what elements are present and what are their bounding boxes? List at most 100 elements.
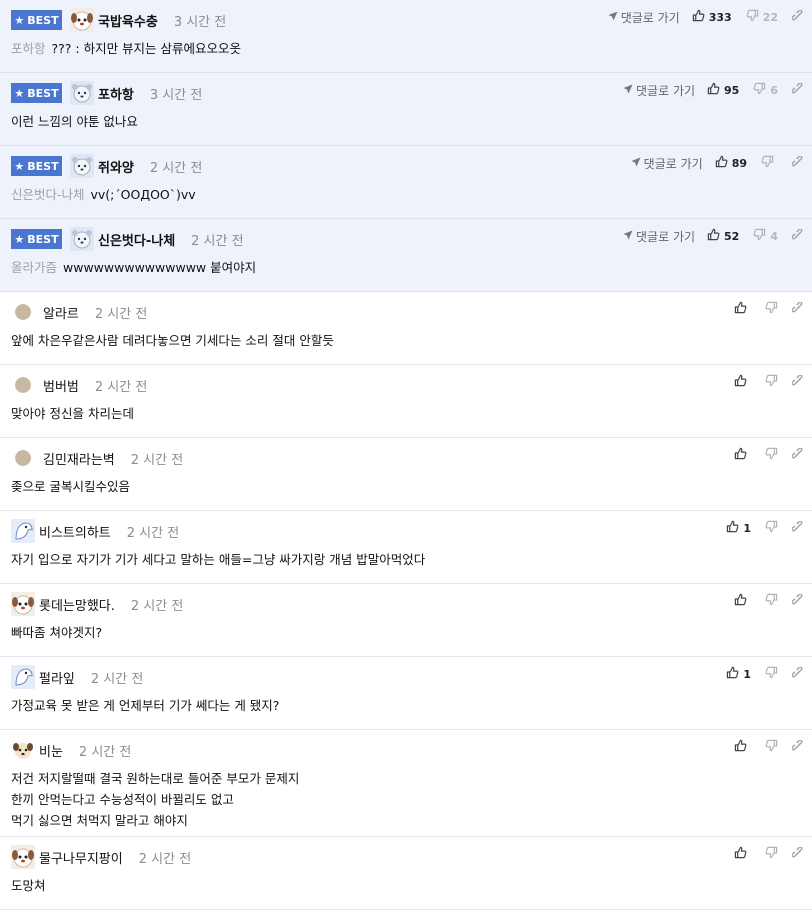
nickname[interactable]: 알라르: [43, 303, 79, 322]
thumbs-down-icon: [765, 447, 778, 463]
avatar[interactable]: [11, 738, 35, 762]
thumbs-down-icon: [765, 666, 778, 682]
link-icon[interactable]: [791, 519, 804, 536]
best-comment: ★ BEST 신은벗다-나체 2 시간 전올라가즘 wwwwwwwwwwwwww 붙여야…: [0, 219, 812, 292]
reply-to-nick[interactable]: 올라가즘: [11, 260, 57, 275]
avatar[interactable]: [15, 377, 31, 393]
link-icon[interactable]: [791, 81, 804, 98]
like-button[interactable]: 1: [726, 666, 751, 682]
like-button[interactable]: 1: [726, 520, 751, 536]
nickname[interactable]: 포하항: [98, 84, 134, 103]
comment-line: 빠따좀 쳐야겟지?: [11, 625, 103, 640]
comment-header: 범버범 2 시간 전: [11, 374, 147, 396]
like-button[interactable]: [734, 447, 751, 463]
reply-to-nick[interactable]: 포하항: [11, 41, 46, 56]
goto-label: 댓글로 가기: [620, 10, 680, 25]
comment-header: ★ BEST 쥐와양 2 시간 전: [11, 154, 203, 178]
reply-to-nick[interactable]: 신은벗다-나체: [11, 187, 85, 202]
goto-comment-link[interactable]: 댓글로 가기: [623, 228, 695, 245]
nickname[interactable]: 펄라잎: [39, 668, 75, 687]
avatar[interactable]: [11, 665, 35, 689]
comment-body: 좆으로 굴복시킬수있음: [11, 476, 130, 497]
link-icon[interactable]: [791, 592, 804, 609]
like-button[interactable]: [734, 739, 751, 755]
thumbs-down-icon: [765, 301, 778, 317]
like-button[interactable]: 95: [707, 82, 739, 98]
avatar[interactable]: [70, 154, 94, 178]
link-icon[interactable]: [791, 665, 804, 682]
goto-comment-link[interactable]: 댓글로 가기: [608, 9, 680, 26]
avatar[interactable]: [70, 227, 94, 251]
nickname[interactable]: 국밥육수충: [98, 11, 158, 30]
avatar[interactable]: [11, 845, 35, 869]
comment-line: 먹기 싫으면 처먹지 말라고 해야지: [11, 813, 188, 828]
comment-line: 도망쳐: [11, 878, 46, 893]
like-button[interactable]: [734, 301, 751, 317]
timestamp: 2 시간 전: [149, 160, 203, 176]
dislike-button[interactable]: 4: [753, 228, 778, 244]
nickname[interactable]: 쥐와양: [98, 157, 134, 176]
best-badge: ★ BEST: [11, 83, 62, 103]
link-icon[interactable]: [791, 300, 804, 317]
nickname[interactable]: 범버범: [43, 376, 79, 395]
dislike-button[interactable]: [765, 301, 778, 317]
comment: 롯데는망했다. 2 시간 전 빠따좀 쳐야겟지?: [0, 584, 812, 657]
thumbs-up-icon: [707, 228, 720, 244]
dislike-button[interactable]: 6: [753, 82, 778, 98]
dislike-button[interactable]: [765, 520, 778, 536]
nickname[interactable]: 비스트의하트: [39, 522, 111, 541]
thumbs-down-icon: [753, 228, 766, 244]
avatar[interactable]: [70, 8, 94, 32]
comment: 물구나무지팡이 2 시간 전 도망쳐: [0, 837, 812, 910]
timestamp: 2 시간 전: [191, 233, 244, 249]
link-icon[interactable]: [791, 738, 804, 755]
nickname[interactable]: 롯데는망했다.: [39, 595, 115, 614]
send-icon: [608, 10, 618, 24]
nickname[interactable]: 신은벗다-나체: [98, 230, 175, 249]
send-icon: [631, 156, 641, 170]
dislike-button[interactable]: [761, 155, 778, 171]
goto-comment-link[interactable]: 댓글로 가기: [631, 155, 703, 172]
link-icon[interactable]: [791, 154, 804, 171]
like-button[interactable]: [734, 593, 751, 609]
avatar[interactable]: [70, 81, 94, 105]
best-label: BEST: [27, 232, 59, 246]
like-button[interactable]: 52: [707, 228, 739, 244]
goto-label: 댓글로 가기: [636, 83, 696, 98]
thumbs-up-icon: [734, 301, 747, 317]
like-count: 1: [743, 521, 751, 535]
timestamp: 2 시간 전: [94, 306, 148, 322]
avatar[interactable]: [11, 519, 35, 543]
timestamp: 3 시간 전: [173, 14, 227, 30]
like-button[interactable]: [734, 374, 751, 390]
link-icon[interactable]: [791, 227, 804, 244]
avatar[interactable]: [11, 592, 35, 616]
timestamp: 2 시간 전: [130, 452, 184, 468]
nickname[interactable]: 물구나무지팡이: [39, 848, 123, 867]
dislike-button[interactable]: 22: [746, 9, 778, 25]
avatar[interactable]: [15, 304, 31, 320]
dislike-button[interactable]: [765, 666, 778, 682]
like-button[interactable]: [734, 846, 751, 862]
dislike-button[interactable]: [765, 374, 778, 390]
dislike-button[interactable]: [765, 739, 778, 755]
link-icon[interactable]: [791, 446, 804, 463]
comment-header: ★ BEST 국밥육수충 3 시간 전: [11, 8, 227, 32]
comment-header: 펄라잎 2 시간 전: [11, 665, 143, 689]
dislike-button[interactable]: [765, 846, 778, 862]
nickname[interactable]: 김민재라는벽: [43, 449, 115, 468]
star-icon: ★: [14, 232, 25, 246]
link-icon[interactable]: [791, 845, 804, 862]
link-icon[interactable]: [791, 8, 804, 25]
nickname[interactable]: 비눈: [39, 741, 63, 760]
comment: 범버범 2 시간 전 맞아야 정신을 차리는데: [0, 365, 812, 438]
like-button[interactable]: 89: [715, 155, 747, 171]
avatar[interactable]: [15, 450, 31, 466]
dislike-button[interactable]: [765, 447, 778, 463]
like-button[interactable]: 333: [692, 9, 732, 25]
link-icon[interactable]: [791, 373, 804, 390]
comment-body: 올라가즘 wwwwwwwwwwwwww 붙여야지: [11, 257, 256, 278]
dislike-button[interactable]: [765, 593, 778, 609]
goto-label: 댓글로 가기: [636, 229, 696, 244]
goto-comment-link[interactable]: 댓글로 가기: [623, 82, 695, 99]
